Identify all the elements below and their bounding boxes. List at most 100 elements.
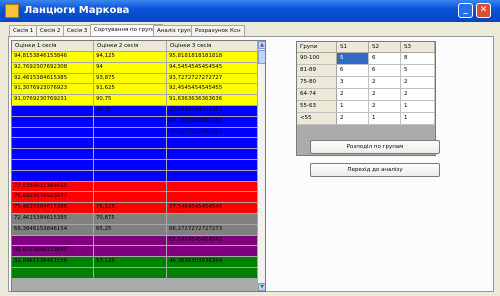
table-row[interactable]: 65,5454545454545 bbox=[12, 235, 258, 247]
row-header-cell[interactable]: 64-74 bbox=[297, 89, 337, 101]
column-header[interactable]: Оцінки 3 сесія bbox=[167, 41, 258, 52]
table-cell[interactable]: 2 bbox=[337, 113, 369, 125]
distribute-by-groups-button[interactable]: Розподіл по групам bbox=[310, 140, 440, 154]
table-cell[interactable]: 66,2727272727273 bbox=[167, 224, 258, 236]
row-header-cell[interactable]: 75-80 bbox=[297, 77, 337, 89]
table-cell[interactable] bbox=[12, 267, 94, 279]
table-row[interactable]: 77,5384615384615 bbox=[12, 181, 258, 193]
table-row[interactable]: 91,1818181818182 bbox=[12, 116, 258, 128]
group-counts-grid[interactable]: Групи S1 S2 S3 90-100 5 6 8 81-89 6 6 5 75-80 3 2 2… bbox=[296, 41, 436, 156]
table-cell[interactable]: 90,75 bbox=[94, 95, 167, 106]
table-row[interactable] bbox=[12, 267, 258, 279]
table-cell[interactable]: 32,8461538461538 bbox=[12, 257, 94, 268]
table-cell[interactable]: 1 bbox=[337, 101, 369, 113]
scroll-down-button[interactable]: ▼ bbox=[258, 283, 265, 291]
table-cell[interactable]: 1 bbox=[369, 113, 401, 125]
table-cell[interactable] bbox=[94, 159, 167, 171]
table-row[interactable]: 45,6153846153846 bbox=[12, 246, 258, 258]
table-cell[interactable] bbox=[94, 235, 167, 247]
table-cell[interactable]: 8 bbox=[401, 53, 435, 65]
table-cell[interactable]: 92,7692307692308 bbox=[12, 62, 94, 74]
table-cell[interactable]: 65,25 bbox=[94, 224, 167, 236]
table-row[interactable]: 91,0769230769231 90,75 91,6363636363636 bbox=[12, 95, 258, 106]
table-cell[interactable]: 2 bbox=[401, 89, 435, 101]
table-cell[interactable]: 91,3076923076923 bbox=[12, 84, 94, 96]
table-cell[interactable]: 91,0769230769231 bbox=[12, 95, 94, 106]
table-cell[interactable] bbox=[94, 267, 167, 279]
table-row[interactable] bbox=[12, 170, 258, 182]
table-row[interactable]: 94,8153846153846 94,125 95,8181818181818 bbox=[12, 52, 258, 63]
table-cell[interactable]: 93,875 bbox=[94, 73, 167, 85]
grades-grid[interactable]: Оцінки 1 сесія Оцінки 2 сесія Оцінки 3 с… bbox=[11, 40, 266, 292]
table-cell[interactable] bbox=[94, 181, 167, 193]
table-row[interactable]: 92,7692307692308 94 94,5454545454545 bbox=[12, 62, 258, 74]
table-cell[interactable]: 65,5454545454545 bbox=[167, 235, 258, 247]
table-cell[interactable] bbox=[94, 192, 167, 204]
table-cell[interactable] bbox=[94, 149, 167, 160]
table-cell[interactable] bbox=[167, 267, 258, 279]
table-row[interactable] bbox=[12, 149, 258, 160]
row-header-cell[interactable]: 55-63 bbox=[297, 101, 337, 113]
table-cell[interactable]: 93,7272727272727 bbox=[167, 73, 258, 85]
table-cell[interactable] bbox=[167, 192, 258, 204]
table-cell[interactable]: 77,5454545454545 bbox=[167, 203, 258, 214]
table-cell[interactable]: 3 bbox=[337, 77, 369, 89]
table-row[interactable]: 68,3846153846154 65,25 66,2727272727273 bbox=[12, 224, 258, 236]
table-cell[interactable]: 1 bbox=[401, 101, 435, 113]
table-cell[interactable]: 45,6153846153846 bbox=[12, 246, 94, 258]
table-row[interactable]: 76,6923076923077 bbox=[12, 192, 258, 204]
table-cell[interactable] bbox=[94, 246, 167, 258]
table-row[interactable]: 72,4615384615385 70,875 bbox=[12, 213, 258, 225]
table-cell[interactable] bbox=[94, 116, 167, 128]
table-row[interactable] bbox=[12, 159, 258, 171]
scroll-thumb[interactable] bbox=[258, 50, 265, 64]
table-cell[interactable]: 70,875 bbox=[94, 213, 167, 225]
table-cell[interactable] bbox=[94, 138, 167, 150]
table-cell[interactable]: 5 bbox=[401, 65, 435, 77]
table-cell[interactable]: 68,3846153846154 bbox=[12, 224, 94, 236]
table-cell[interactable] bbox=[167, 213, 258, 225]
table-cell[interactable] bbox=[167, 246, 258, 258]
table-cell[interactable]: 6 bbox=[369, 53, 401, 65]
table-cell[interactable] bbox=[12, 170, 94, 182]
table-row[interactable]: 75,4615384615385 76,125 77,5454545454545 bbox=[12, 203, 258, 214]
column-header[interactable]: Оцінки 2 сесія bbox=[94, 41, 167, 52]
table-cell[interactable]: 92,4615384615385 bbox=[12, 73, 94, 85]
table-cell[interactable] bbox=[167, 159, 258, 171]
table-cell[interactable] bbox=[94, 170, 167, 182]
table-cell[interactable] bbox=[12, 116, 94, 128]
table-cell[interactable] bbox=[12, 159, 94, 171]
table-cell[interactable]: 2 bbox=[369, 101, 401, 113]
minimize-button[interactable]: _ bbox=[458, 3, 473, 18]
table-cell[interactable] bbox=[12, 105, 94, 117]
table-cell[interactable]: 90,75 bbox=[94, 105, 167, 117]
table-cell[interactable]: 57,125 bbox=[94, 257, 167, 268]
table-cell[interactable]: 72,4615384615385 bbox=[12, 213, 94, 225]
table-cell[interactable]: 91,1818181818182 bbox=[167, 116, 258, 128]
table-cell[interactable]: 92,4545454545455 bbox=[167, 84, 258, 96]
table-cell[interactable]: 91,4545454545455 bbox=[167, 105, 258, 117]
table-row[interactable]: 91,3076923076923 91,625 92,4545454545455 bbox=[12, 84, 258, 96]
scroll-up-button[interactable]: ▲ bbox=[258, 41, 265, 49]
table-cell[interactable]: 77,5384615384615 bbox=[12, 181, 94, 193]
table-row[interactable]: 90,7272727272727 bbox=[12, 127, 258, 139]
table-row[interactable]: 90,75 91,4545454545455 bbox=[12, 105, 258, 117]
table-cell[interactable]: 91,625 bbox=[94, 84, 167, 96]
table-cell[interactable] bbox=[12, 149, 94, 160]
column-header[interactable]: S1 bbox=[337, 42, 369, 53]
grades-grid-scrollbar[interactable]: ▲ ▼ bbox=[258, 41, 265, 291]
table-cell[interactable]: 76,125 bbox=[94, 203, 167, 214]
close-button[interactable]: ✕ bbox=[476, 3, 491, 18]
table-cell[interactable] bbox=[167, 181, 258, 193]
table-cell[interactable]: 2 bbox=[401, 77, 435, 89]
table-cell[interactable]: 94,5454545454545 bbox=[167, 62, 258, 74]
table-cell[interactable]: 6 bbox=[369, 65, 401, 77]
row-header-cell[interactable]: 81-89 bbox=[297, 65, 337, 77]
table-cell[interactable]: 75,4615384615385 bbox=[12, 203, 94, 214]
table-cell[interactable] bbox=[167, 149, 258, 160]
table-row[interactable] bbox=[12, 138, 258, 150]
table-cell[interactable]: 2 bbox=[337, 89, 369, 101]
table-cell[interactable]: 76,6923076923077 bbox=[12, 192, 94, 204]
table-cell[interactable]: 1 bbox=[401, 113, 435, 125]
table-cell[interactable]: 90,7272727272727 bbox=[167, 127, 258, 139]
